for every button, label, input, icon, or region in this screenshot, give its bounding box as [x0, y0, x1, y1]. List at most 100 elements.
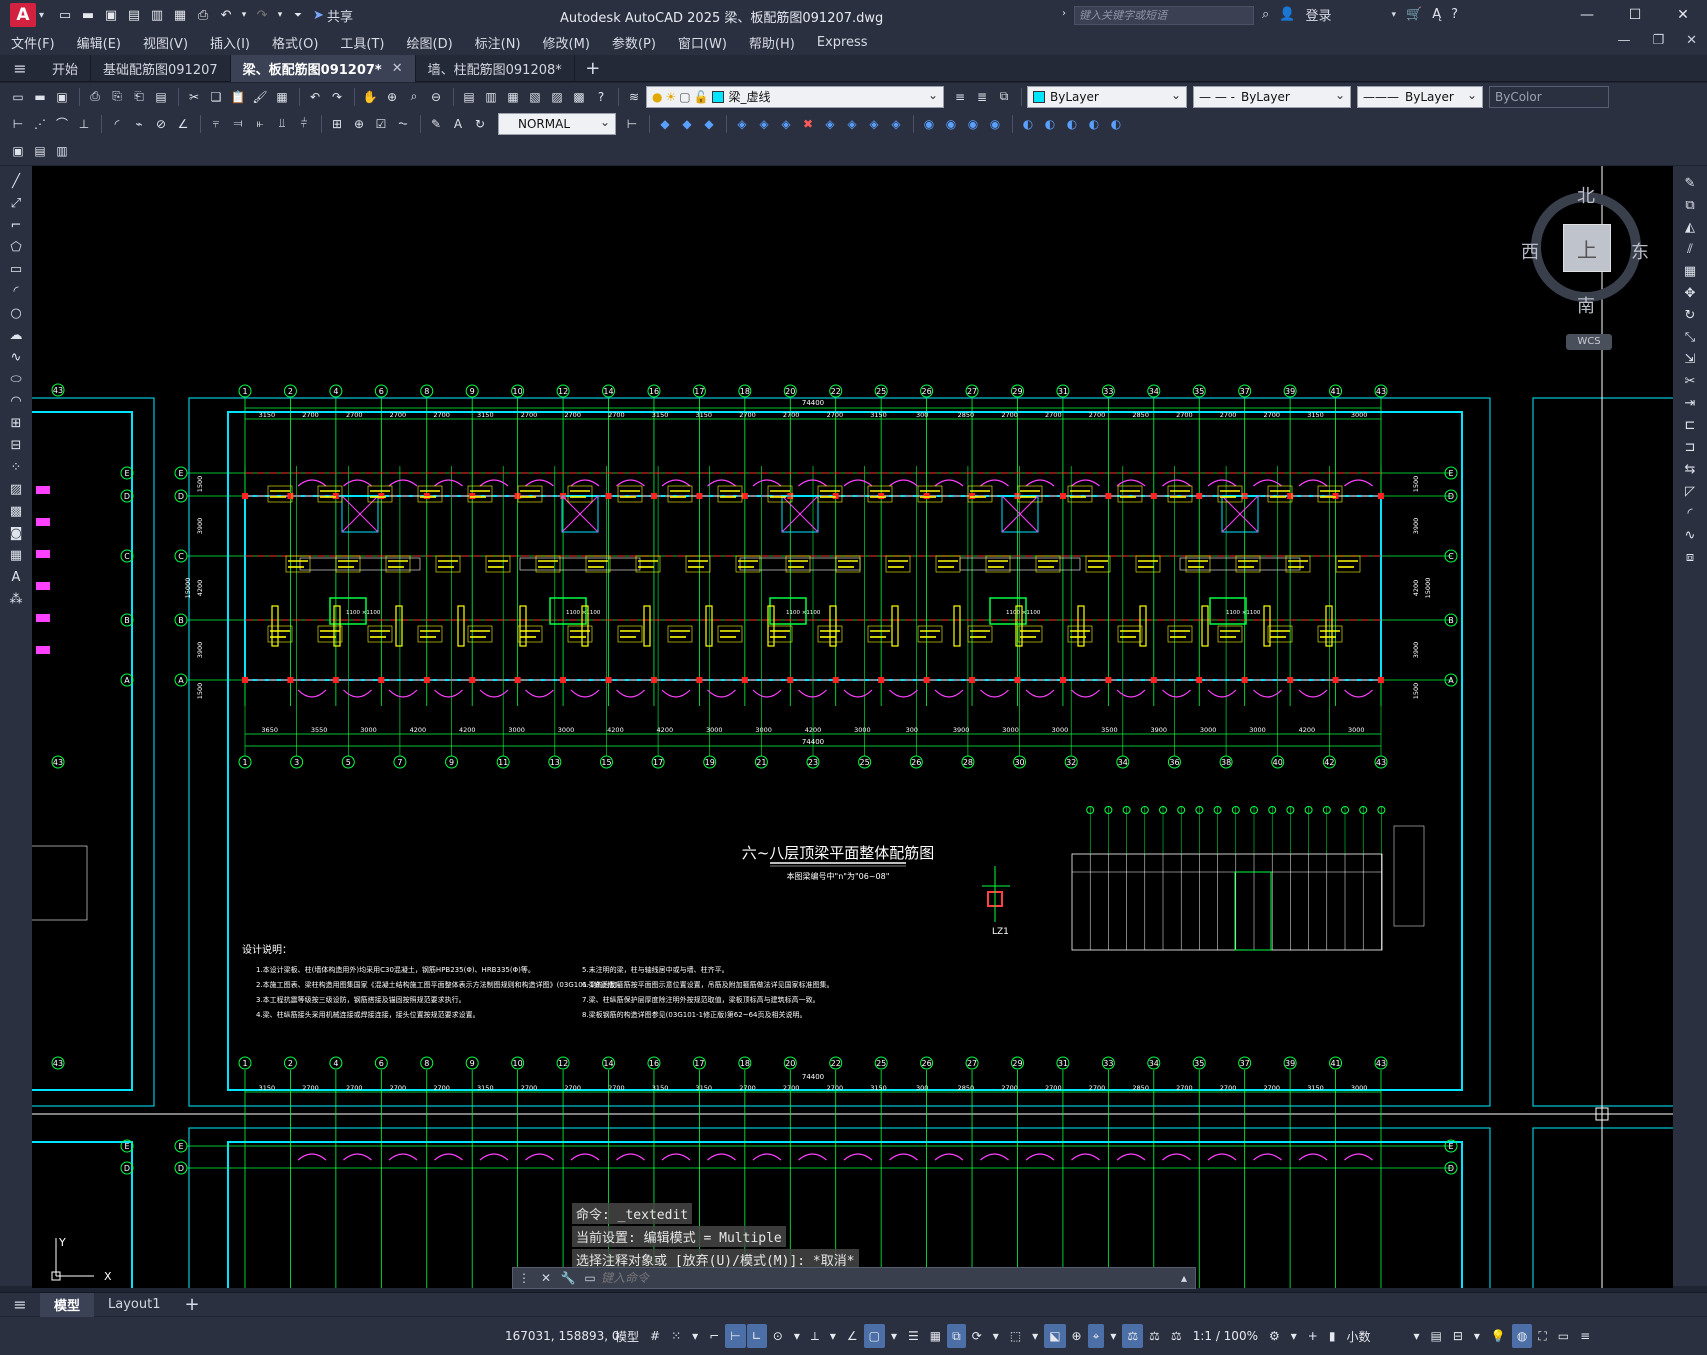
textstyle-dropdown[interactable]: NORMAL — [498, 112, 616, 135]
model-space-button[interactable]: 模型 — [610, 1324, 644, 1348]
angular-dim-icon[interactable]: ∠ — [173, 114, 193, 134]
region-icon[interactable]: ◙ — [5, 522, 27, 544]
tool-s-icon[interactable]: ◐ — [1084, 114, 1104, 134]
doc-close-button[interactable]: ✕ — [1686, 33, 1697, 48]
table-icon[interactable]: ▦ — [5, 544, 27, 566]
compass-west[interactable]: 西 — [1521, 238, 1539, 264]
scale-icon[interactable]: ⤡ — [1679, 326, 1701, 348]
auto-scale-icon[interactable]: ⚖ — [1144, 1324, 1165, 1348]
tool-t-icon[interactable]: ◐ — [1106, 114, 1126, 134]
maximize-button[interactable]: ☐ — [1611, 0, 1659, 30]
save-web-icon[interactable]: ▥ — [148, 7, 166, 23]
print-icon[interactable]: ⎙ — [194, 7, 212, 23]
transparency-icon[interactable]: ▦ — [925, 1324, 946, 1348]
tool-o-icon[interactable]: ◉ — [985, 114, 1005, 134]
chevron-right-icon[interactable]: › — [1062, 8, 1066, 19]
menu-view[interactable]: 视图(V) — [132, 33, 199, 52]
dynamic-ucs-dropdown-icon[interactable]: ▾ — [1027, 1324, 1043, 1348]
annotation-visibility-icon[interactable]: ⚖ — [1122, 1324, 1144, 1348]
block-editor-icon[interactable]: ▦ — [272, 87, 292, 107]
properties-icon[interactable]: ▤ — [459, 87, 479, 107]
command-line-grip-icon[interactable]: ⋮ — [513, 1271, 535, 1285]
tool-c-icon[interactable]: ◆ — [699, 114, 719, 134]
menu-draw[interactable]: 绘图(D) — [396, 33, 464, 52]
join-icon[interactable]: ⇆ — [1679, 458, 1701, 480]
make-current-layer-icon[interactable]: ≡ — [950, 87, 970, 107]
menu-help[interactable]: 帮助(H) — [738, 33, 806, 52]
tab-model[interactable]: 模型 — [40, 1292, 95, 1317]
tool-q-icon[interactable]: ◐ — [1040, 114, 1060, 134]
zoom-previous-icon[interactable]: ⊖ — [426, 87, 446, 107]
dim-update-icon[interactable]: ↻ — [470, 114, 490, 134]
viewcube-top-face[interactable]: 上 — [1563, 224, 1611, 272]
clean-screen-icon[interactable]: ⛶ — [1533, 1324, 1551, 1348]
dim-text-edit-icon[interactable]: A — [448, 114, 468, 134]
isolate-objects-icon[interactable]: 💡 — [1486, 1324, 1511, 1348]
arc-length-icon[interactable]: ⌒ — [52, 114, 72, 134]
tool-n-icon[interactable]: ◉ — [963, 114, 983, 134]
quick-dim-icon[interactable]: ⫧ — [206, 114, 226, 134]
polar-tracking-icon[interactable]: ⊙ — [768, 1324, 788, 1348]
make-block-icon[interactable]: ⊟ — [5, 434, 27, 456]
array-icon[interactable]: ▦ — [1679, 260, 1701, 282]
cut-icon[interactable]: ✂ — [184, 87, 204, 107]
tab-start[interactable]: 开始 — [40, 54, 92, 82]
continue-dim-icon[interactable]: ⫦ — [250, 114, 270, 134]
menu-tools[interactable]: 工具(T) — [329, 33, 395, 52]
tool-g-icon[interactable]: ✖ — [798, 114, 818, 134]
isodraft-icon[interactable]: ⟂ — [806, 1324, 824, 1348]
point-icon[interactable]: ⁘ — [5, 456, 27, 478]
autoscale-icon[interactable]: ⚖ — [1166, 1324, 1187, 1348]
polygon-icon[interactable]: ⬠ — [5, 236, 27, 258]
sheet-set-icon[interactable]: ▧ — [525, 87, 545, 107]
cart-icon[interactable]: 🛒 — [1406, 7, 1422, 22]
minimize-button[interactable]: — — [1563, 0, 1611, 30]
file-tabs-menu-icon[interactable]: ≡ — [0, 59, 40, 78]
tool-k-icon[interactable]: ◈ — [886, 114, 906, 134]
compass-south[interactable]: 南 — [1577, 292, 1595, 318]
selection-cycling-icon[interactable]: ⧉ — [947, 1324, 966, 1348]
markup-icon[interactable]: ▨ — [547, 87, 567, 107]
tool-v-icon[interactable]: ▤ — [30, 141, 50, 161]
dynamic-input-icon[interactable]: ⊢ — [725, 1324, 746, 1348]
polyline-icon[interactable]: ⌐ — [5, 214, 27, 236]
menu-express[interactable]: Express — [806, 35, 879, 50]
undo-dropdown-icon[interactable]: ▾ — [240, 7, 248, 23]
ellipse-arc-icon[interactable]: ◠ — [5, 390, 27, 412]
menu-parametric[interactable]: 参数(P) — [601, 33, 667, 52]
object-snap-dropdown-icon[interactable]: ▾ — [886, 1324, 902, 1348]
radius-dim-icon[interactable]: ◜ — [107, 114, 127, 134]
tool-r-icon[interactable]: ◐ — [1062, 114, 1082, 134]
layer-on-bulb-icon[interactable]: ● — [652, 90, 662, 104]
linear-dim-icon[interactable]: ⊢ — [8, 114, 28, 134]
construction-line-icon[interactable]: ⤢ — [5, 192, 27, 214]
customize-command-icon[interactable]: 🔧 — [557, 1271, 579, 1285]
close-tab-icon[interactable]: ✕ — [392, 61, 403, 76]
tool-d-icon[interactable]: ◈ — [732, 114, 752, 134]
search-icon[interactable]: ⌕ — [1262, 7, 1269, 22]
help-icon[interactable]: ? — [591, 87, 611, 107]
paste-icon[interactable]: 📋 — [228, 87, 248, 107]
gizmo-icon[interactable]: ⊕ — [1067, 1324, 1087, 1348]
publish-icon[interactable]: ⎗ — [129, 87, 149, 107]
snap-dropdown-icon[interactable]: ▾ — [687, 1324, 703, 1348]
help-icon[interactable]: ? — [1451, 7, 1458, 22]
layer-vp-freeze-icon[interactable]: ▢ — [679, 90, 690, 104]
open-file-icon[interactable]: ▬ — [79, 7, 97, 23]
add-layout-button[interactable]: + — [174, 1294, 209, 1315]
layer-lock-icon[interactable]: 🔓 — [694, 90, 709, 104]
workspace-dropdown-icon[interactable]: ▾ — [1286, 1324, 1302, 1348]
login-button[interactable]: 登录 — [1305, 5, 1331, 24]
revcloud-icon[interactable]: ☁ — [5, 324, 27, 346]
save-as-icon[interactable]: ▤ — [125, 7, 143, 23]
layer-properties-icon[interactable]: ≋ — [624, 87, 644, 107]
arc-icon[interactable]: ◜ — [5, 280, 27, 302]
baseline-dim-icon[interactable]: ⫤ — [228, 114, 248, 134]
tool-u-icon[interactable]: ▣ — [8, 141, 28, 161]
circle-icon[interactable]: ○ — [5, 302, 27, 324]
object-snap-icon[interactable]: ▢ — [863, 1324, 885, 1348]
lock-ui-icon[interactable]: ⊟ — [1448, 1324, 1468, 1348]
gradient-icon[interactable]: ▩ — [5, 500, 27, 522]
move-icon[interactable]: ✥ — [1679, 282, 1701, 304]
object-snap-tracking-icon[interactable]: ∠ — [842, 1324, 863, 1348]
